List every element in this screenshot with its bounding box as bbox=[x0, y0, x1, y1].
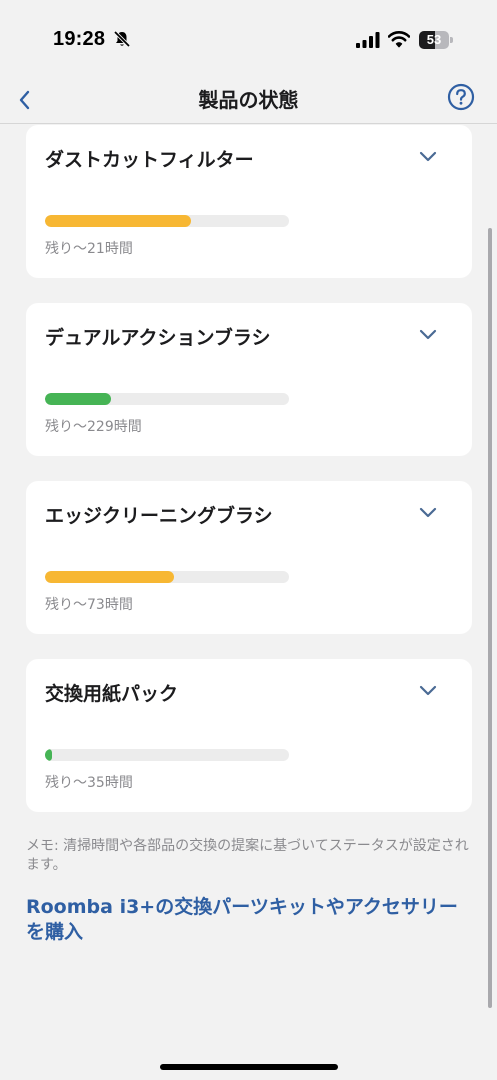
life-progress-track bbox=[45, 571, 289, 583]
remaining-time: 残り～73時間 bbox=[45, 597, 133, 613]
buy-parts-link[interactable]: Roomba i3+の交換パーツキットやアクセサリーを購入 bbox=[26, 895, 472, 945]
remaining-time: 残り～35時間 bbox=[45, 775, 133, 791]
part-name: デュアルアクションブラシ bbox=[45, 327, 271, 349]
status-note: メモ: 清掃時間や各部品の交換の提案に基づいてステータスが設定されます。 bbox=[26, 838, 469, 873]
life-progress-track bbox=[45, 393, 289, 405]
scrollbar[interactable] bbox=[488, 228, 492, 1008]
chevron-down-icon[interactable] bbox=[418, 505, 438, 519]
life-progress-track bbox=[45, 749, 289, 761]
part-name: 交換用紙パック bbox=[45, 683, 179, 705]
battery-body: 53 bbox=[419, 31, 449, 49]
part-name: ダストカットフィルター bbox=[45, 149, 254, 171]
life-progress-fill bbox=[45, 215, 192, 227]
status-bar: 19:28 53 bbox=[0, 0, 497, 76]
remaining-time: 残り～229時間 bbox=[45, 419, 142, 435]
nav-bar: 製品の状態 bbox=[0, 76, 497, 124]
status-time: 19:28 bbox=[53, 28, 106, 50]
part-name: エッジクリーニングブラシ bbox=[45, 505, 273, 527]
battery-indicator: 53 bbox=[419, 31, 453, 49]
wifi-icon bbox=[388, 31, 410, 48]
part-card-dust-filter[interactable]: ダストカットフィルター 残り～21時間 bbox=[26, 125, 472, 278]
part-card-dual-action-brush[interactable]: デュアルアクションブラシ 残り～229時間 bbox=[26, 303, 472, 456]
life-progress-fill bbox=[45, 393, 111, 405]
life-progress-fill bbox=[45, 749, 53, 761]
battery-level: 53 bbox=[426, 32, 442, 47]
page-title: 製品の状態 bbox=[198, 88, 299, 112]
chevron-down-icon[interactable] bbox=[418, 149, 438, 163]
life-progress-track bbox=[45, 215, 289, 227]
remaining-time: 残り～21時間 bbox=[45, 241, 133, 257]
chevron-down-icon[interactable] bbox=[418, 683, 438, 697]
home-indicator[interactable] bbox=[160, 1064, 338, 1070]
content-scroll-area[interactable]: ダストカットフィルター 残り～21時間 デュアルアクションブラシ 残り～229時… bbox=[0, 125, 497, 1080]
life-progress-fill bbox=[45, 571, 175, 583]
bell-slash-icon bbox=[113, 30, 131, 48]
chevron-down-icon[interactable] bbox=[418, 327, 438, 341]
help-icon[interactable] bbox=[446, 82, 476, 112]
part-card-paper-bag[interactable]: 交換用紙パック 残り～35時間 bbox=[26, 659, 472, 812]
battery-tip bbox=[450, 37, 453, 43]
cellular-signal-icon bbox=[356, 32, 380, 48]
part-card-edge-cleaning-brush[interactable]: エッジクリーニングブラシ 残り～73時間 bbox=[26, 481, 472, 634]
